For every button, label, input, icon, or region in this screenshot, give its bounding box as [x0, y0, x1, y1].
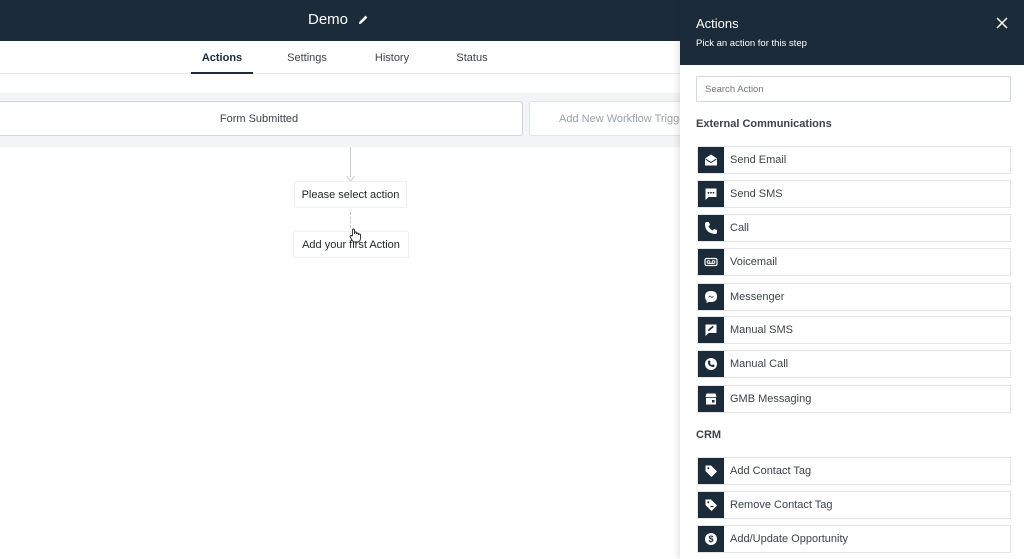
manual-sms-icon [698, 317, 724, 343]
remove-tag-icon [698, 492, 724, 518]
drawer-header: Actions Pick an action for this step [680, 0, 1024, 65]
connector-line [350, 147, 351, 177]
tab-history[interactable]: History [361, 41, 423, 74]
action-label: Manual Call [730, 358, 789, 370]
action-label: Messenger [730, 291, 785, 303]
action-label: Call [730, 222, 749, 234]
close-icon[interactable] [996, 17, 1008, 29]
sms-icon [698, 181, 724, 207]
canvas-spacer [0, 74, 690, 93]
action-send-sms[interactable]: Send SMS [697, 180, 1011, 208]
section-external-communications: External Communications [696, 118, 832, 130]
action-voicemail[interactable]: Voicemail [697, 248, 1011, 276]
action-gmb-messaging[interactable]: GMB Messaging [697, 385, 1011, 413]
action-send-email[interactable]: Send Email [697, 146, 1011, 174]
action-label: Send Email [730, 154, 787, 166]
email-icon [698, 147, 724, 173]
action-label: Add Contact Tag [730, 465, 812, 477]
action-label: Voicemail [730, 256, 778, 268]
trigger-form-submitted[interactable]: Form Submitted [0, 101, 523, 136]
workflow-name[interactable]: Demo [308, 11, 348, 28]
action-messenger[interactable]: Messenger [697, 283, 1011, 311]
tab-status[interactable]: Status [441, 41, 503, 74]
action-label: Remove Contact Tag [730, 499, 833, 511]
drawer-title: Actions [696, 16, 739, 31]
workflow-tabs: Actions Settings History Status [0, 41, 690, 74]
gmb-icon [698, 386, 724, 412]
search-action-input[interactable] [696, 76, 1011, 102]
action-label: Send SMS [730, 188, 783, 200]
hand-cursor-icon [349, 228, 361, 243]
actions-drawer: Actions Pick an action for this step Ext… [680, 0, 1024, 559]
action-manual-call[interactable]: Manual Call [697, 350, 1011, 378]
messenger-icon [698, 284, 724, 310]
voicemail-icon [698, 249, 724, 275]
action-add-update-opportunity[interactable]: $ Add/Update Opportunity [697, 525, 1011, 553]
tag-icon [698, 458, 724, 484]
manual-call-icon [698, 351, 724, 377]
drawer-subtitle: Pick an action for this step [696, 38, 807, 49]
add-trigger-button[interactable]: Add New Workflow Trigger [529, 101, 690, 136]
section-crm: CRM [696, 429, 722, 441]
action-label: GMB Messaging [730, 393, 812, 405]
action-call[interactable]: Call [697, 214, 1011, 242]
action-label: Manual SMS [730, 324, 793, 336]
action-add-contact-tag[interactable]: Add Contact Tag [697, 457, 1011, 485]
connector-dashed [350, 212, 351, 228]
svg-text:$: $ [708, 534, 713, 544]
action-manual-sms[interactable]: Manual SMS [697, 316, 1011, 344]
edit-pencil-icon[interactable] [358, 14, 369, 25]
action-remove-contact-tag[interactable]: Remove Contact Tag [697, 491, 1011, 519]
phone-icon [698, 215, 724, 241]
dollar-icon: $ [698, 526, 724, 552]
select-action-node[interactable]: Please select action [294, 181, 407, 208]
action-label: Add/Update Opportunity [730, 533, 849, 545]
tab-actions[interactable]: Actions [191, 41, 253, 74]
workflow-title: Demo [308, 11, 369, 28]
tab-settings[interactable]: Settings [276, 41, 338, 74]
